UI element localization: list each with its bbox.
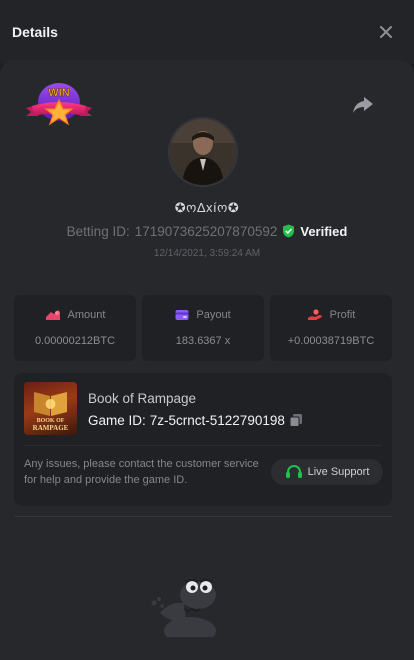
user-photo-icon bbox=[170, 119, 236, 185]
payout-value: 183.6367 x bbox=[175, 335, 231, 347]
page-title: Details bbox=[12, 24, 58, 40]
game-card: BOOK OF RAMPAGE Book of Rampage Game ID:… bbox=[14, 373, 392, 506]
amount-value: 0.00000212BTC bbox=[34, 335, 116, 347]
betting-id-value: 1719073625207870592 bbox=[134, 223, 278, 239]
win-badge-icon: WIN bbox=[26, 83, 92, 126]
game-title[interactable]: Book of Rampage bbox=[88, 391, 196, 406]
live-support-button[interactable]: Live Support bbox=[271, 459, 383, 485]
game-id-label: Game ID: bbox=[88, 412, 146, 428]
payout-icon bbox=[175, 310, 189, 320]
bet-timestamp: 12/14/2021, 3:59:24 AM bbox=[153, 248, 261, 259]
live-support-label: Live Support bbox=[307, 466, 370, 478]
headset-icon bbox=[285, 465, 302, 478]
share-icon bbox=[353, 97, 373, 113]
profit-card: Profit +0.00038719BTC bbox=[270, 295, 392, 361]
close-button[interactable] bbox=[376, 22, 396, 42]
copy-icon[interactable] bbox=[289, 413, 303, 427]
avatar bbox=[170, 119, 236, 185]
share-button[interactable] bbox=[350, 94, 376, 116]
payout-label: Payout bbox=[196, 309, 231, 321]
betting-id-label: Betting ID: bbox=[66, 223, 130, 239]
close-icon bbox=[380, 26, 392, 38]
divider bbox=[24, 445, 382, 446]
payout-card: Payout 183.6367 x bbox=[142, 295, 264, 361]
profit-icon bbox=[307, 309, 322, 320]
crocodile-mascot-icon bbox=[151, 579, 216, 637]
verified-shield-icon bbox=[283, 224, 295, 238]
game-id-value: 7z-5crnct-5122790198 bbox=[149, 412, 285, 428]
verified-label: Verified bbox=[300, 223, 348, 239]
username: ✪ოΔxíო✪ bbox=[174, 200, 240, 215]
badge-text: WIN bbox=[48, 87, 69, 99]
game-thumbnail[interactable]: BOOK OF RAMPAGE bbox=[24, 382, 77, 435]
details-header: Details bbox=[0, 0, 414, 64]
amount-label: Amount bbox=[67, 309, 106, 321]
support-message: Any issues, please contact the customer … bbox=[24, 458, 259, 486]
betting-id-row: Betting ID: 1719073625207870592 Verified bbox=[0, 222, 414, 240]
amount-icon bbox=[45, 310, 60, 320]
profit-label: Profit bbox=[329, 309, 356, 321]
game-id-row: Game ID: 7z-5crnct-5122790198 bbox=[88, 411, 303, 429]
amount-card: Amount 0.00000212BTC bbox=[14, 295, 136, 361]
profit-value: +0.00038719BTC bbox=[287, 335, 375, 347]
thumb-line-2: RAMPAGE bbox=[32, 423, 69, 432]
divider bbox=[14, 516, 392, 517]
